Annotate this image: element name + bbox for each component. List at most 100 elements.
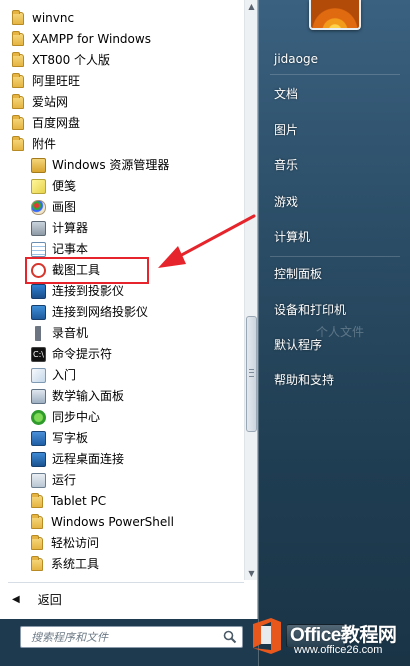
user-avatar[interactable] [309,0,361,30]
list-item-label: 同步中心 [52,410,101,424]
programs-pane: winvnc XAMPP for Windows XT800 个人版 阿里旺旺 … [0,0,258,619]
right-item-music[interactable]: 音乐 [266,152,404,178]
search-box[interactable] [20,626,243,648]
back-arrow-icon: ◀ [12,593,20,605]
right-item-documents[interactable]: 文档 [266,81,404,107]
watermark: Office教程网 www.office26.com [244,614,410,666]
list-item[interactable]: 轻松访问 [31,533,99,554]
right-separator [270,256,400,257]
folder-icon [12,115,24,130]
getting-started-icon [31,368,46,383]
right-item-pictures[interactable]: 图片 [266,117,404,143]
annotation-arrow-icon [158,214,256,268]
search-input[interactable] [31,628,211,646]
list-item[interactable]: winvnc [12,8,74,29]
wordpad-icon [31,431,46,446]
list-item-label: winvnc [32,11,75,25]
search-icon[interactable] [223,630,237,644]
cmd-icon: C:\ [31,347,46,362]
scroll-down-icon[interactable]: ▼ [245,567,258,580]
sound-recorder-icon [31,326,46,341]
paint-icon [31,200,46,215]
remote-desktop-icon [31,452,46,467]
list-item-label: 数学输入面板 [52,389,125,403]
list-item-label: 连接到投影仪 [52,284,125,298]
right-item-control-panel[interactable]: 控制面板 [266,261,404,287]
list-item[interactable]: XAMPP for Windows [12,29,151,50]
list-item-label: XT800 个人版 [32,53,111,67]
list-item[interactable]: 百度网盘 [12,113,80,134]
right-item-help-support[interactable]: 帮助和支持 [266,367,404,393]
list-item-label: 连接到网络投影仪 [52,305,149,319]
list-item-label: XAMPP for Windows [32,32,151,46]
list-item[interactable]: 入门 [31,365,76,386]
list-item[interactable]: 连接到投影仪 [31,281,124,302]
list-item-label: Tablet PC [51,494,107,508]
list-item[interactable]: 附件 [12,134,56,155]
folder-icon [31,535,43,550]
folder-icon [12,136,24,151]
list-item-label: 轻松访问 [51,536,100,550]
scroll-thumb[interactable] [246,316,257,432]
list-item[interactable]: 便笺 [31,176,76,197]
right-item-default-programs[interactable]: 默认程序 [266,332,404,358]
notepad-icon [31,242,46,257]
list-item[interactable]: 系统工具 [31,554,99,575]
right-item-user[interactable]: jidaoge [266,46,404,72]
list-item-label: 系统工具 [51,557,100,571]
list-item[interactable]: Windows 资源管理器 [31,155,169,176]
projector-icon [31,284,46,299]
list-item-label: 入门 [52,368,77,382]
network-projector-icon [31,305,46,320]
list-item-label: 录音机 [52,326,89,340]
right-item-computer[interactable]: 计算机 [266,224,404,250]
list-item[interactable]: 爱站网 [12,92,68,113]
watermark-title: Office教程网 [290,625,397,646]
calculator-icon [31,221,46,236]
list-item-label: 计算器 [52,221,89,235]
run-icon [31,473,46,488]
list-item[interactable]: 运行 [31,470,76,491]
list-item[interactable]: 连接到网络投影仪 [31,302,148,323]
highlight-box [25,257,149,284]
list-item[interactable]: 画图 [31,197,76,218]
office-logo-icon [253,618,281,654]
list-item-label: 阿里旺旺 [32,74,81,88]
list-item[interactable]: 计算器 [31,218,88,239]
watermark-url: www.office26.com [294,644,383,656]
right-item-devices-printers[interactable]: 设备和打印机 [266,297,404,323]
list-item[interactable]: Tablet PC [31,491,106,512]
back-label: 返回 [37,592,62,607]
folder-icon [12,52,24,67]
grip-icon [249,369,254,377]
list-item[interactable]: XT800 个人版 [12,50,110,71]
scroll-up-icon[interactable]: ▲ [245,0,258,13]
list-item[interactable]: 数学输入面板 [31,386,124,407]
folder-icon [31,556,43,571]
right-item-games[interactable]: 游戏 [266,189,404,215]
scrollbar[interactable]: ▲ ▼ [244,0,257,580]
list-item-label: 便笺 [52,179,77,193]
list-item-label: 画图 [52,200,77,214]
list-item-label: 附件 [32,137,57,151]
list-item[interactable]: 写字板 [31,428,88,449]
folder-icon [31,514,43,529]
list-item[interactable]: 远程桌面连接 [31,449,124,470]
folder-icon [12,94,24,109]
list-item-label: 爱站网 [32,95,69,109]
list-item-label: 百度网盘 [32,116,81,130]
back-button[interactable]: ◀ 返回 [12,589,62,609]
list-item[interactable]: 同步中心 [31,407,100,428]
list-item-label: 远程桌面连接 [52,452,125,466]
right-separator [270,74,400,75]
list-item-label: Windows 资源管理器 [52,158,170,172]
list-item-label: 写字板 [52,431,89,445]
list-item-label: 运行 [52,473,77,487]
list-item[interactable]: 录音机 [31,323,88,344]
explorer-icon [31,158,46,173]
list-item[interactable]: C:\ 命令提示符 [31,344,112,365]
list-item[interactable]: 阿里旺旺 [12,71,80,92]
folder-icon [31,493,43,508]
program-list: winvnc XAMPP for Windows XT800 个人版 阿里旺旺 … [0,0,244,582]
list-item[interactable]: Windows PowerShell [31,512,174,533]
